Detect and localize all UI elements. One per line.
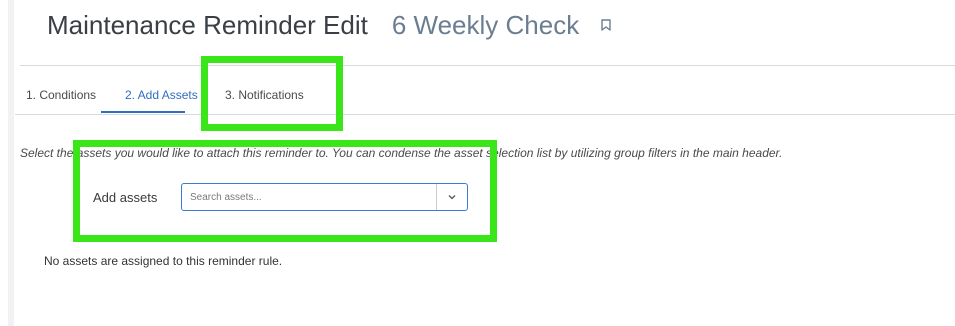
- header-divider: [20, 65, 955, 66]
- instruction-text: Select the assets you would like to atta…: [20, 146, 783, 160]
- page-header: Maintenance Reminder Edit 6 Weekly Check: [47, 10, 613, 50]
- add-assets-row: Add assets: [93, 182, 468, 212]
- tab-notifications[interactable]: 3. Notifications: [225, 88, 304, 102]
- asset-search-combobox[interactable]: [181, 183, 468, 211]
- page-title: Maintenance Reminder Edit: [47, 10, 368, 40]
- dropdown-toggle-button[interactable]: [436, 184, 467, 210]
- tab-conditions[interactable]: 1. Conditions: [26, 88, 96, 102]
- tab-add-assets[interactable]: 2. Add Assets: [125, 88, 198, 102]
- search-assets-input[interactable]: [182, 184, 436, 210]
- add-assets-label: Add assets: [93, 189, 158, 205]
- page-subtitle: 6 Weekly Check: [391, 10, 580, 40]
- chevron-down-icon: [448, 195, 456, 200]
- active-tab-indicator: [101, 111, 185, 113]
- bookmark-icon[interactable]: [599, 18, 613, 32]
- empty-assets-message: No assets are assigned to this reminder …: [44, 254, 283, 268]
- tabs-divider: [15, 114, 955, 115]
- left-sidebar-edge: [8, 0, 14, 326]
